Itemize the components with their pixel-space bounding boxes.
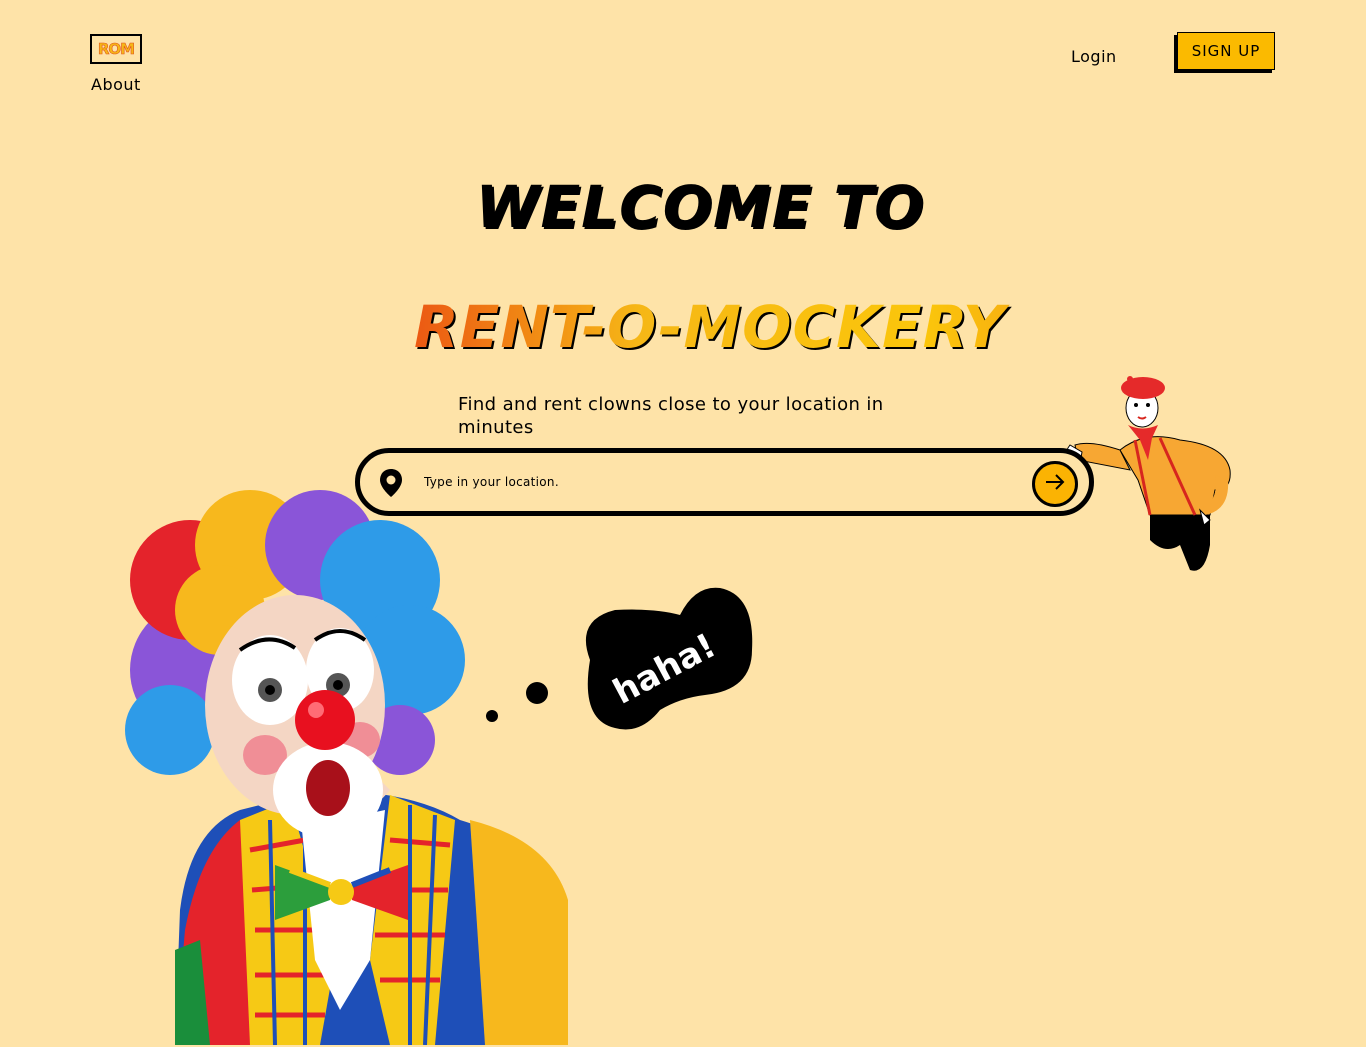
- location-search-input[interactable]: [424, 463, 1014, 501]
- nav-about-link[interactable]: About: [91, 75, 141, 94]
- welcome-heading: WELCOME TO: [475, 173, 925, 241]
- arrow-right-icon: [1044, 473, 1066, 495]
- signup-button[interactable]: SIGN UP: [1177, 32, 1275, 70]
- location-pin-icon: [377, 467, 405, 499]
- logo[interactable]: ROM: [90, 34, 142, 64]
- tagline: Find and rent clowns close to your locat…: [458, 394, 884, 438]
- brand-title: RENT-O-MOCKERY: [0, 292, 1366, 362]
- location-search-bar: [355, 448, 1094, 516]
- haha-speech-bubble: haha!: [486, 587, 753, 730]
- nav-login-link[interactable]: Login: [1071, 47, 1117, 66]
- clown-illustration: [125, 490, 568, 1045]
- search-submit-button[interactable]: [1032, 461, 1078, 507]
